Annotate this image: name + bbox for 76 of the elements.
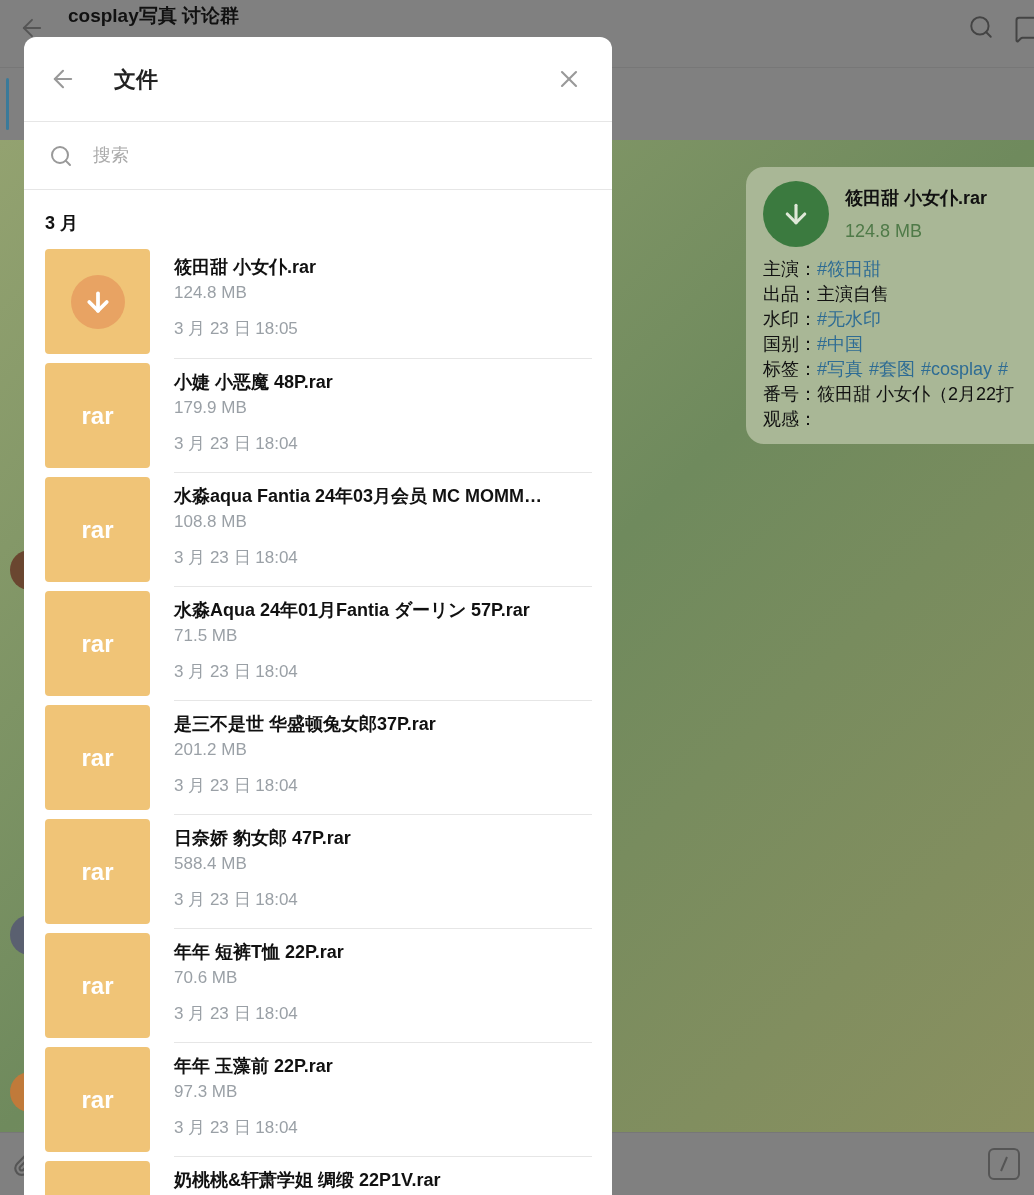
file-extension: rar	[81, 628, 114, 659]
file-size: 108.8 MB	[174, 511, 248, 533]
file-name: 年年 短裤T恤 22P.rar	[174, 941, 345, 964]
file-thumbnail[interactable]: rar	[45, 819, 150, 924]
file-extension: rar	[81, 856, 114, 887]
file-row[interactable]: rar 小婕 小恶魔 48P.rar 179.9 MB 3 月 23 日 18:04	[24, 358, 612, 472]
file-size: 124.8 MB	[174, 282, 248, 304]
file-date: 3 月 23 日 18:04	[174, 1117, 299, 1139]
field-label: 水印：	[763, 308, 817, 331]
file-size: 70.6 MB	[174, 967, 239, 989]
file-thumbnail[interactable]: rar	[45, 363, 150, 468]
hashtag-link[interactable]: #无水印	[817, 307, 881, 332]
file-name: 日奈娇 豹女郎 47P.rar	[174, 827, 352, 850]
hashtag-link[interactable]: #cosplay	[921, 357, 993, 382]
file-row[interactable]: rar 年年 短裤T恤 22P.rar 70.6 MB 3 月 23 日 18:04	[24, 928, 612, 1042]
file-name: 水淼Aqua 24年01月Fantia ダーリン 57P.rar	[174, 599, 531, 622]
file-name: 奶桃桃&轩萧学姐 绸缎 22P1V.rar	[174, 1169, 442, 1192]
search-field[interactable]: 搜索	[93, 142, 612, 169]
file-date: 3 月 23 日 18:04	[174, 1003, 299, 1025]
file-extension: rar	[81, 970, 114, 1001]
hashtag-link[interactable]: #	[998, 357, 1009, 382]
file-row[interactable]: 筱田甜 小女仆.rar 124.8 MB 3 月 23 日 18:05	[24, 244, 612, 358]
file-name: 是三不是世 华盛顿兔女郎37P.rar	[174, 713, 437, 736]
pinned-bar-accent	[6, 78, 9, 130]
field-label: 主演：	[763, 258, 817, 281]
file-date: 3 月 23 日 18:04	[174, 661, 299, 683]
field-value: 主演自售	[817, 283, 889, 306]
file-thumbnail[interactable]: rar	[45, 477, 150, 582]
file-thumbnail[interactable]: rar	[45, 591, 150, 696]
field-label: 观感：	[763, 408, 817, 431]
field-label: 国别：	[763, 333, 817, 356]
hashtag-link[interactable]: #写真	[817, 357, 863, 382]
hashtag-link[interactable]: #筱田甜	[817, 257, 881, 282]
file-row[interactable]: rar 日奈娇 豹女郎 47P.rar 588.4 MB 3 月 23 日 18:04	[24, 814, 612, 928]
file-thumbnail[interactable]: rar	[45, 933, 150, 1038]
file-name: 小婕 小恶魔 48P.rar	[174, 371, 334, 394]
file-extension: rar	[81, 1084, 114, 1115]
file-size: 201.2 MB	[174, 739, 248, 761]
dialog-title: 文件	[114, 65, 158, 94]
hashtag-link[interactable]: #套图	[869, 357, 916, 382]
file-row[interactable]: rar 水淼Aqua 24年01月Fantia ダーリン 57P.rar 71.5 MB 3 月 23 日 18:04	[24, 586, 612, 700]
file-name: 水淼aqua Fantia 24年03月会员 MC MOMM…	[174, 485, 544, 508]
section-header: 3 月	[45, 213, 78, 233]
file-row[interactable]: 奶桃桃&轩萧学姐 绸缎 22P1V.rar	[24, 1156, 612, 1195]
file-name: 筱田甜 小女仆.rar	[174, 256, 318, 279]
file-extension: rar	[81, 514, 114, 545]
slash-icon	[999, 1156, 1009, 1172]
file-date: 3 月 23 日 18:05	[174, 318, 299, 340]
file-size: 97.3 MB	[174, 1081, 239, 1103]
file-thumbnail[interactable]: rar	[45, 1047, 150, 1152]
file-size: 588.4 MB	[174, 853, 248, 875]
file-thumbnail[interactable]: rar	[45, 705, 150, 810]
file-row[interactable]: rar 水淼aqua Fantia 24年03月会员 MC MOMM… 108.8 MB 3 月 23 日 18:04	[24, 472, 612, 586]
file-date: 3 月 23 日 18:04	[174, 547, 299, 569]
file-extension: rar	[81, 742, 114, 773]
chat-title: cosplay写真 讨论群	[68, 4, 240, 28]
file-size: 179.9 MB	[174, 397, 248, 419]
search-icon[interactable]	[968, 14, 994, 40]
file-name: 筱田甜 小女仆.rar	[845, 187, 988, 210]
file-row[interactable]: rar 是三不是世 华盛顿兔女郎37P.rar 201.2 MB 3 月 23 日 18:04	[24, 700, 612, 814]
hashtag-link[interactable]: #中国	[817, 332, 863, 357]
file-thumbnail[interactable]	[45, 249, 150, 354]
file-date: 3 月 23 日 18:04	[174, 433, 299, 455]
field-label: 番号：	[763, 383, 817, 406]
file-date: 3 月 23 日 18:04	[174, 889, 299, 911]
file-row[interactable]: rar 年年 玉藻前 22P.rar 97.3 MB 3 月 23 日 18:04	[24, 1042, 612, 1156]
file-size: 124.8 MB	[845, 220, 924, 243]
file-date: 3 月 23 日 18:04	[174, 775, 299, 797]
search-icon	[49, 143, 73, 168]
file-extension: rar	[81, 400, 114, 431]
field-value: 筱田甜 小女仆（2月22打	[817, 383, 1015, 406]
file-size: 71.5 MB	[174, 625, 239, 647]
commands-button[interactable]	[988, 1148, 1020, 1180]
field-label: 标签：	[763, 358, 817, 381]
file-name: 年年 玉藻前 22P.rar	[174, 1055, 334, 1078]
field-label: 出品：	[763, 283, 817, 306]
